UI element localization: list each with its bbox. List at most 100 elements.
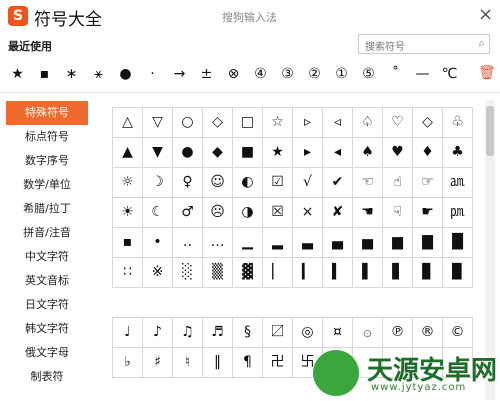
recent-symbol[interactable]: ▪ xyxy=(31,60,58,88)
symbol-cell[interactable]: ▏ xyxy=(263,258,293,288)
recent-symbol[interactable]: ④ xyxy=(247,60,274,88)
recent-symbol[interactable]: ⚹ xyxy=(85,60,112,88)
symbol-cell[interactable]: ♧ xyxy=(443,108,473,138)
symbol-cell[interactable]: ♀ xyxy=(173,168,203,198)
recent-symbol[interactable]: · xyxy=(139,60,166,88)
recent-symbol[interactable]: ∗ xyxy=(58,60,85,88)
symbol-cell[interactable]: ◐ xyxy=(233,168,263,198)
symbol-cell[interactable]: ▁ xyxy=(233,228,263,258)
symbol-cell[interactable]: ※ xyxy=(143,258,173,288)
symbol-cell[interactable]: ♤ xyxy=(353,108,383,138)
symbol-cell[interactable]: 卍 xyxy=(263,348,293,378)
symbol-cell[interactable]: • xyxy=(143,228,173,258)
symbol-cell[interactable]: ▇ xyxy=(413,228,443,258)
recent-symbol[interactable]: ③ xyxy=(274,60,301,88)
symbol-cell[interactable]: ㏘ xyxy=(443,198,473,228)
recent-symbol[interactable]: ℃ xyxy=(436,60,463,88)
symbol-cell[interactable]: ▒ xyxy=(203,258,233,288)
symbol-cell[interactable]: ▸ xyxy=(293,138,323,168)
symbol-cell[interactable]: ◇ xyxy=(413,108,443,138)
symbol-cell[interactable]: ☑ xyxy=(263,168,293,198)
recent-symbol[interactable]: ⑤ xyxy=(355,60,382,88)
symbol-cell[interactable]: ♪ xyxy=(143,318,173,348)
symbol-cell[interactable]: ☹ xyxy=(203,198,233,228)
symbol-cell[interactable]: ▆ xyxy=(383,228,413,258)
recent-symbol[interactable]: — xyxy=(409,60,436,88)
symbol-cell[interactable]: ▄ xyxy=(323,228,353,258)
symbol-cell[interactable]: ☾ xyxy=(143,198,173,228)
symbol-cell[interactable]: ▓ xyxy=(233,258,263,288)
symbol-cell[interactable]: █ xyxy=(443,228,473,258)
symbol-cell[interactable]: ◇ xyxy=(203,108,233,138)
symbol-cell[interactable]: ☛ xyxy=(413,198,443,228)
category-item[interactable]: 标点符号 xyxy=(6,125,88,149)
symbol-cell[interactable]: △ xyxy=(113,108,143,138)
symbol-cell[interactable]: ✔ xyxy=(323,168,353,198)
close-icon[interactable]: × xyxy=(478,4,493,25)
symbol-cell[interactable]: ▂ xyxy=(263,228,293,258)
symbol-cell[interactable]: ♩ xyxy=(113,318,143,348)
symbol-cell[interactable]: ☼ xyxy=(113,168,143,198)
category-item[interactable]: 希腊/拉丁 xyxy=(6,197,88,221)
symbol-cell[interactable]: ☚ xyxy=(353,198,383,228)
symbol-cell[interactable]: ▃ xyxy=(293,228,323,258)
recent-symbol[interactable]: ⊗ xyxy=(220,60,247,88)
category-item[interactable]: 制表符 xyxy=(6,365,88,389)
category-item[interactable]: 日文字符 xyxy=(6,293,88,317)
symbol-cell[interactable]: ☀ xyxy=(113,198,143,228)
category-item[interactable]: 数字序号 xyxy=(6,149,88,173)
symbol-cell[interactable]: ▋ xyxy=(383,258,413,288)
symbol-cell[interactable]: 〼 xyxy=(263,318,293,348)
symbol-cell[interactable]: ● xyxy=(173,138,203,168)
recent-symbol[interactable]: → xyxy=(166,60,193,88)
symbol-cell[interactable]: ♡ xyxy=(383,108,413,138)
category-item[interactable]: 数学/单位 xyxy=(6,173,88,197)
symbol-cell[interactable]: ○ xyxy=(173,108,203,138)
symbol-cell[interactable]: ♫ xyxy=(173,318,203,348)
symbol-cell[interactable]: ▊ xyxy=(413,258,443,288)
symbol-cell[interactable]: ‖ xyxy=(203,348,233,378)
recent-symbol[interactable]: ˚ xyxy=(382,60,409,88)
symbol-cell[interactable]: ▼ xyxy=(143,138,173,168)
trash-icon[interactable]: 🗑 xyxy=(478,65,496,81)
symbol-cell[interactable]: ☟ xyxy=(383,198,413,228)
symbol-cell[interactable]: ♦ xyxy=(413,138,443,168)
category-item[interactable]: 韩文字符 xyxy=(6,317,88,341)
symbol-cell[interactable]: ㏂ xyxy=(443,168,473,198)
category-item[interactable]: 俄文字母 xyxy=(6,341,88,365)
symbol-cell[interactable]: ▍ xyxy=(323,258,353,288)
symbol-cell[interactable]: ▉ xyxy=(443,258,473,288)
scrollbar-thumb[interactable] xyxy=(486,106,494,156)
symbol-cell[interactable]: § xyxy=(233,318,263,348)
symbol-cell[interactable]: ♣ xyxy=(443,138,473,168)
symbol-cell[interactable]: ☜ xyxy=(353,168,383,198)
symbol-cell[interactable]: ◂ xyxy=(323,138,353,168)
recent-symbol[interactable]: ★ xyxy=(4,60,31,88)
symbol-cell[interactable]: ¶ xyxy=(233,348,263,378)
symbol-cell[interactable]: ♮ xyxy=(173,348,203,378)
symbol-cell[interactable]: … xyxy=(203,228,233,258)
symbol-cell[interactable]: ♠ xyxy=(353,138,383,168)
symbol-cell[interactable]: ◃ xyxy=(323,108,353,138)
recent-symbol[interactable]: ● xyxy=(112,60,139,88)
symbol-cell[interactable]: ♭ xyxy=(113,348,143,378)
symbol-cell[interactable]: ☆ xyxy=(263,108,293,138)
symbol-cell[interactable]: ‥ xyxy=(173,228,203,258)
symbol-cell[interactable]: ☒ xyxy=(263,198,293,228)
symbol-cell[interactable]: ■ xyxy=(233,138,263,168)
symbol-cell[interactable]: ∷ xyxy=(113,258,143,288)
symbol-cell[interactable]: ◎ xyxy=(293,318,323,348)
symbol-cell[interactable]: × xyxy=(293,198,323,228)
symbol-cell[interactable]: ▲ xyxy=(113,138,143,168)
symbol-cell[interactable]: ¤ xyxy=(323,318,353,348)
symbol-cell[interactable]: ☽ xyxy=(143,168,173,198)
symbol-cell[interactable]: ░ xyxy=(173,258,203,288)
symbol-cell[interactable]: ◆ xyxy=(203,138,233,168)
category-item[interactable]: 特殊符号 xyxy=(6,101,88,125)
symbol-cell[interactable]: ▌ xyxy=(353,258,383,288)
symbol-cell[interactable]: ▪ xyxy=(113,228,143,258)
category-item[interactable]: 中文字符 xyxy=(6,245,88,269)
symbol-cell[interactable]: ♬ xyxy=(203,318,233,348)
symbol-cell[interactable]: © xyxy=(443,318,473,348)
symbol-cell[interactable]: ▹ xyxy=(293,108,323,138)
